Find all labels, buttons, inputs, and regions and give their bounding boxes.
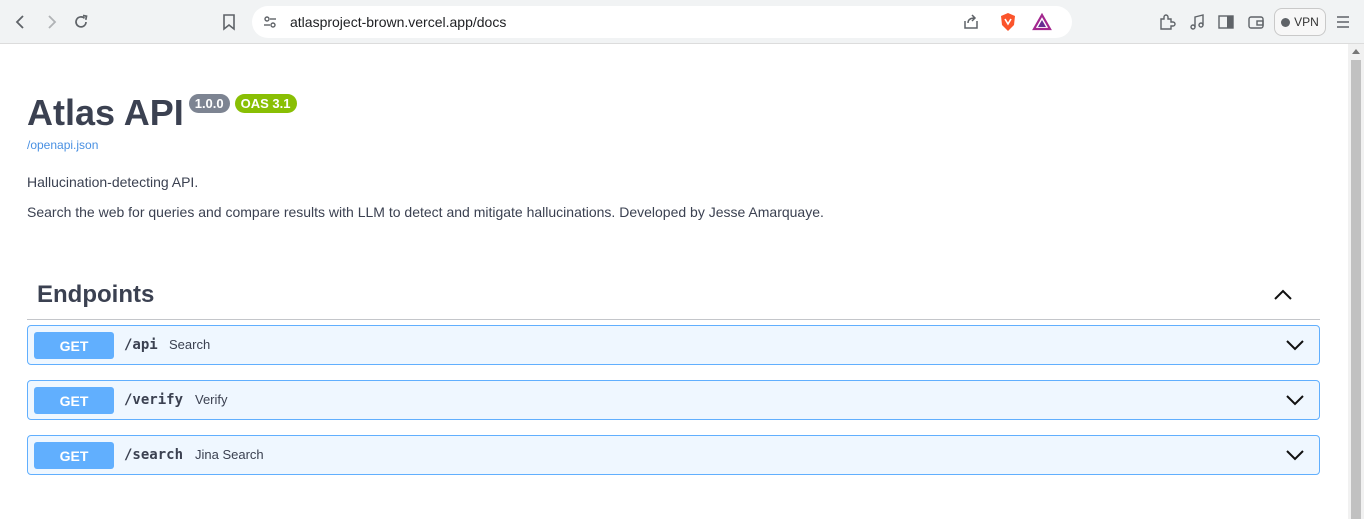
menu-icon[interactable] xyxy=(1331,10,1355,34)
brave-rewards-icon[interactable] xyxy=(1030,10,1054,34)
version-badge: 1.0.0 xyxy=(188,94,230,113)
url-text: atlasproject-brown.vercel.app/docs xyxy=(290,14,507,30)
operation-get-api[interactable]: GET /api Search xyxy=(27,325,1320,365)
api-description-short: Hallucination-detecting API. xyxy=(27,174,199,190)
share-icon[interactable] xyxy=(959,10,983,34)
extensions-icon[interactable] xyxy=(1155,10,1179,34)
sidebar-icon[interactable] xyxy=(1214,10,1238,34)
openapi-json-link[interactable]: /openapi.json xyxy=(27,138,98,152)
bookmark-icon[interactable] xyxy=(217,10,241,34)
operation-get-verify[interactable]: GET /verify Verify xyxy=(27,380,1320,420)
operation-summary: Search xyxy=(169,337,211,352)
site-settings-icon[interactable] xyxy=(258,10,282,34)
back-icon[interactable] xyxy=(9,10,33,34)
endpoints-header[interactable]: Endpoints xyxy=(27,270,1320,320)
method-badge: GET xyxy=(34,387,114,414)
api-description-long: Search the web for queries and compare r… xyxy=(27,204,824,220)
oas-badge: OAS 3.1 xyxy=(234,94,297,113)
method-badge: GET xyxy=(34,442,114,469)
operation-get-search[interactable]: GET /search Jina Search xyxy=(27,435,1320,475)
brave-shields-icon[interactable] xyxy=(996,10,1020,34)
section-title: Endpoints xyxy=(37,281,155,308)
address-bar[interactable]: atlasproject-brown.vercel.app/docs xyxy=(252,6,1072,38)
endpoints-section: Endpoints GET /api Search GET /verify Ve… xyxy=(27,270,1320,475)
scroll-thumb[interactable] xyxy=(1351,60,1361,519)
wallet-icon[interactable] xyxy=(1244,10,1268,34)
operation-summary: Verify xyxy=(195,392,228,407)
browser-toolbar: atlasproject-brown.vercel.app/docs VPN xyxy=(0,0,1364,44)
operation-summary: Jina Search xyxy=(195,447,264,462)
operation-path: /verify xyxy=(124,392,184,408)
method-badge: GET xyxy=(34,332,114,359)
chevron-up-icon[interactable] xyxy=(1272,284,1294,306)
api-title-row: Atlas API 1.0.0 OAS 3.1 xyxy=(27,92,297,134)
vpn-label: VPN xyxy=(1294,15,1319,29)
chevron-down-icon[interactable] xyxy=(1285,335,1305,355)
forward-icon[interactable] xyxy=(39,10,63,34)
vpn-status-icon xyxy=(1281,17,1291,27)
api-title: Atlas API xyxy=(27,92,184,133)
vpn-button[interactable]: VPN xyxy=(1274,8,1326,36)
operation-path: /api xyxy=(124,337,158,353)
scroll-up-arrow-icon[interactable] xyxy=(1352,49,1360,54)
operation-path: /search xyxy=(124,447,184,463)
chevron-down-icon[interactable] xyxy=(1285,445,1305,465)
media-icon[interactable] xyxy=(1185,10,1209,34)
reload-icon[interactable] xyxy=(69,10,93,34)
chevron-down-icon[interactable] xyxy=(1285,390,1305,410)
page-scrollbar[interactable] xyxy=(1348,44,1364,519)
